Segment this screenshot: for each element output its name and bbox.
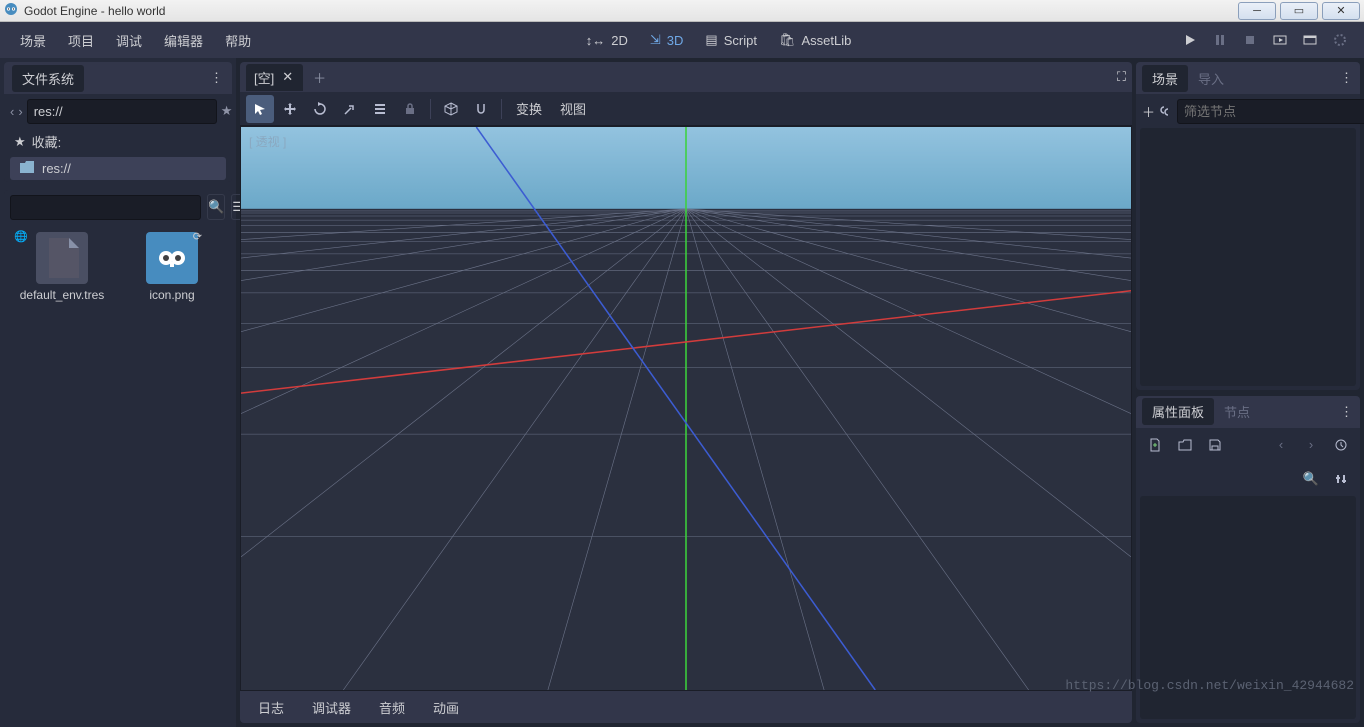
spinner-icon	[1326, 26, 1354, 54]
scene-panel: 场景 导入 ⋮ ＋ 🔍	[1136, 62, 1360, 390]
stop-button[interactable]	[1236, 26, 1264, 54]
bottom-tab-output[interactable]: 日志	[246, 694, 296, 721]
globe-icon: 🌐	[14, 230, 28, 243]
file-item[interactable]: 🌐 default_env.tres	[12, 232, 112, 302]
script-icon: ▤	[705, 32, 717, 48]
filesystem-panel: 文件系统 ⋮ ‹ › ★ ★ 收藏: res://	[4, 62, 232, 182]
filesystem-tab[interactable]: 文件系统	[12, 65, 84, 92]
menu-scene[interactable]: 场景	[10, 25, 56, 56]
axis-2d-icon: ↕↔	[586, 33, 606, 48]
viewport-toolbar: 变换 视图	[240, 92, 1132, 126]
bottom-tab-debugger[interactable]: 调试器	[300, 694, 363, 721]
lock-tool[interactable]	[396, 95, 424, 123]
close-tab-icon[interactable]: ✕	[280, 69, 295, 85]
workspace-3d[interactable]: ⇲ 3D	[640, 26, 694, 54]
bottom-panel: 日志 调试器 音频 动画	[240, 691, 1132, 723]
titlebar: Godot Engine - hello world ─ ▭ ✕	[0, 0, 1364, 22]
play-custom-scene-button[interactable]	[1296, 26, 1324, 54]
move-tool[interactable]	[276, 95, 304, 123]
rotate-tool[interactable]	[306, 95, 334, 123]
load-resource-button[interactable]	[1172, 432, 1198, 458]
instance-button[interactable]	[1159, 98, 1173, 124]
favorite-button[interactable]: ★	[221, 98, 233, 124]
viewport-3d[interactable]: [ 透视 ]	[240, 126, 1132, 691]
import-tab[interactable]: 导入	[1188, 65, 1234, 92]
nav-back-button[interactable]: ‹	[10, 98, 14, 124]
file-item[interactable]: ⟳ icon.png	[122, 232, 222, 302]
pause-button[interactable]	[1206, 26, 1234, 54]
nav-forward-button[interactable]: ›	[18, 98, 22, 124]
star-icon: ★	[14, 134, 26, 150]
list-select-tool[interactable]	[366, 95, 394, 123]
path-input[interactable]	[27, 99, 217, 124]
save-resource-button[interactable]	[1202, 432, 1228, 458]
window-title: Godot Engine - hello world	[24, 4, 165, 18]
menu-help[interactable]: 帮助	[215, 25, 261, 56]
inspector-tab[interactable]: 属性面板	[1142, 398, 1214, 425]
workspace-assetlib[interactable]: 🛍 AssetLib	[769, 26, 861, 54]
panel-menu-icon[interactable]: ⋮	[210, 70, 224, 86]
menu-debug[interactable]: 调试	[106, 25, 152, 56]
watermark: https://blog.csdn.net/weixin_42944682	[1065, 678, 1354, 693]
menu-editor[interactable]: 编辑器	[154, 25, 213, 56]
search-icon[interactable]: 🔍	[207, 194, 225, 220]
close-button[interactable]: ✕	[1322, 2, 1360, 20]
file-search-input[interactable]	[10, 195, 201, 220]
right-dock: 场景 导入 ⋮ ＋ 🔍 属性面板 节点 ⋮	[1136, 58, 1364, 727]
menubar: 场景 项目 调试 编辑器 帮助 ↕↔ 2D ⇲ 3D ▤ Script 🛍 As…	[0, 22, 1364, 58]
panel-menu-icon[interactable]: ⋮	[1340, 404, 1354, 420]
filter-nodes-input[interactable]	[1177, 99, 1364, 124]
play-scene-button[interactable]	[1266, 26, 1294, 54]
inspector-panel: 属性面板 节点 ⋮ ‹ › 🔍	[1136, 396, 1360, 724]
left-dock: 文件系统 ⋮ ‹ › ★ ★ 收藏: res://	[0, 58, 236, 727]
scale-tool[interactable]	[336, 95, 364, 123]
history-forward-button[interactable]: ›	[1298, 432, 1324, 458]
workspace-2d[interactable]: ↕↔ 2D	[576, 27, 638, 54]
scene-tab[interactable]: [空] ✕	[246, 64, 303, 91]
app-icon	[4, 2, 18, 19]
settings-icon[interactable]	[1328, 466, 1354, 492]
env-thumb	[36, 232, 88, 284]
center-viewport: [空] ✕ ＋ ⛶ 变换 视图 [ 透视 ]	[236, 58, 1136, 727]
axis-3d-icon: ⇲	[650, 32, 661, 48]
cube-tool[interactable]	[437, 95, 465, 123]
reimport-icon: ⟳	[193, 230, 202, 243]
history-button[interactable]	[1328, 432, 1354, 458]
menu-project[interactable]: 项目	[58, 25, 104, 56]
add-node-button[interactable]: ＋	[1142, 98, 1155, 124]
assetlib-icon: 🛍	[779, 32, 796, 48]
search-icon[interactable]: 🔍	[1298, 466, 1324, 492]
filesystem-files-panel: 🔍 ☰ 🌐 default_env.tres ⟳ icon.png	[4, 190, 232, 727]
add-tab-button[interactable]: ＋	[305, 64, 334, 91]
transform-menu[interactable]: 变换	[508, 95, 550, 122]
new-resource-button[interactable]	[1142, 432, 1168, 458]
scene-tree[interactable]	[1140, 128, 1356, 386]
favorites-label: ★ 收藏:	[4, 128, 232, 155]
select-tool[interactable]	[246, 95, 274, 123]
maximize-button[interactable]: ▭	[1280, 2, 1318, 20]
distraction-free-icon[interactable]: ⛶	[1117, 69, 1126, 85]
perspective-label[interactable]: [ 透视 ]	[249, 133, 286, 150]
bottom-tab-audio[interactable]: 音频	[367, 694, 417, 721]
snap-tool[interactable]	[467, 95, 495, 123]
workspace-script[interactable]: ▤ Script	[695, 26, 767, 54]
node-tab[interactable]: 节点	[1214, 398, 1260, 425]
view-menu[interactable]: 视图	[552, 95, 594, 122]
scene-tab[interactable]: 场景	[1142, 65, 1188, 92]
image-thumb	[146, 232, 198, 284]
filesystem-root-item[interactable]: res://	[10, 157, 226, 180]
panel-menu-icon[interactable]: ⋮	[1340, 70, 1354, 86]
history-back-button[interactable]: ‹	[1268, 432, 1294, 458]
play-button[interactable]	[1176, 26, 1204, 54]
folder-icon	[20, 161, 34, 176]
minimize-button[interactable]: ─	[1238, 2, 1276, 20]
bottom-tab-animation[interactable]: 动画	[421, 694, 471, 721]
